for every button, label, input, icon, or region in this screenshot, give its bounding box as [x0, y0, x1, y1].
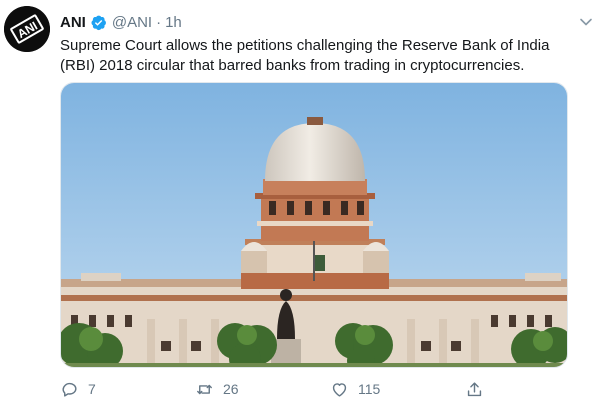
supreme-court-photo [61, 83, 567, 367]
share-button[interactable] [465, 378, 484, 400]
share-icon [467, 381, 482, 396]
tweet-header: ANI @ANI · 1h [60, 12, 182, 32]
like-button[interactable]: 115 [330, 378, 380, 400]
reply-count: 7 [88, 381, 96, 397]
retweet-icon [197, 384, 212, 394]
author-handle[interactable]: @ANI [112, 14, 152, 31]
tweet-action-bar: 7 26 115 [60, 378, 520, 400]
ani-logo: ANI [4, 6, 50, 52]
retweet-button[interactable]: 26 [195, 378, 239, 400]
heart-icon [332, 382, 347, 397]
reply-icon [62, 382, 77, 397]
like-count: 115 [358, 381, 381, 397]
tweet-text-line: (RBI) 2018 circular that barred banks fr… [60, 57, 525, 74]
avatar[interactable]: ANI [4, 6, 50, 52]
chevron-down-icon[interactable] [578, 14, 594, 30]
tweet-text-line: Supreme Court allows the petitions chall… [60, 37, 550, 54]
retweet-count: 26 [223, 381, 239, 397]
tweet-card[interactable]: ANI ANI @ANI · 1h Supreme Court allows t… [0, 0, 616, 408]
reply-button[interactable]: 7 [60, 378, 96, 400]
author-name[interactable]: ANI [60, 14, 86, 31]
verified-badge-icon [90, 14, 107, 31]
separator-dot: · [156, 13, 162, 31]
tweet-media-image[interactable] [60, 82, 568, 368]
tweet-timestamp[interactable]: 1h [165, 14, 182, 31]
tweet-text: Supreme Court allows the petitions chall… [60, 36, 580, 76]
